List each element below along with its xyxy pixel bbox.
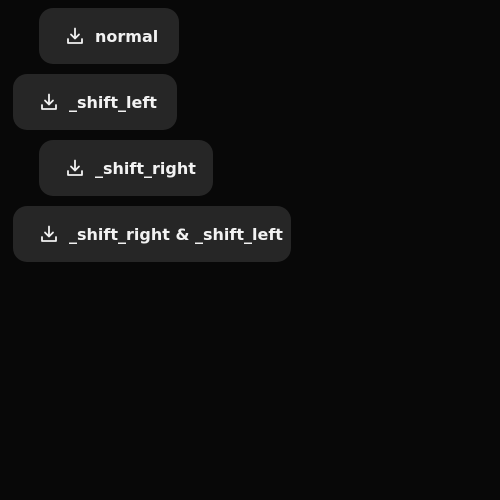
download-normal-button[interactable]: normal — [39, 8, 179, 64]
button-label: normal — [95, 26, 159, 46]
download-shift-right-and-left-button[interactable]: _shift_right & _shift_left — [13, 206, 291, 262]
button-label: _shift_right & _shift_left — [69, 224, 283, 244]
button-label: _shift_left — [69, 92, 157, 112]
download-icon — [39, 224, 59, 244]
download-icon — [39, 92, 59, 112]
download-icon — [65, 26, 85, 46]
button-label: _shift_right — [95, 158, 196, 178]
page-canvas: normal _shift_left _shift_right _shift_r… — [0, 0, 500, 500]
download-shift-right-button[interactable]: _shift_right — [39, 140, 213, 196]
download-shift-left-button[interactable]: _shift_left — [13, 74, 177, 130]
download-icon — [65, 158, 85, 178]
